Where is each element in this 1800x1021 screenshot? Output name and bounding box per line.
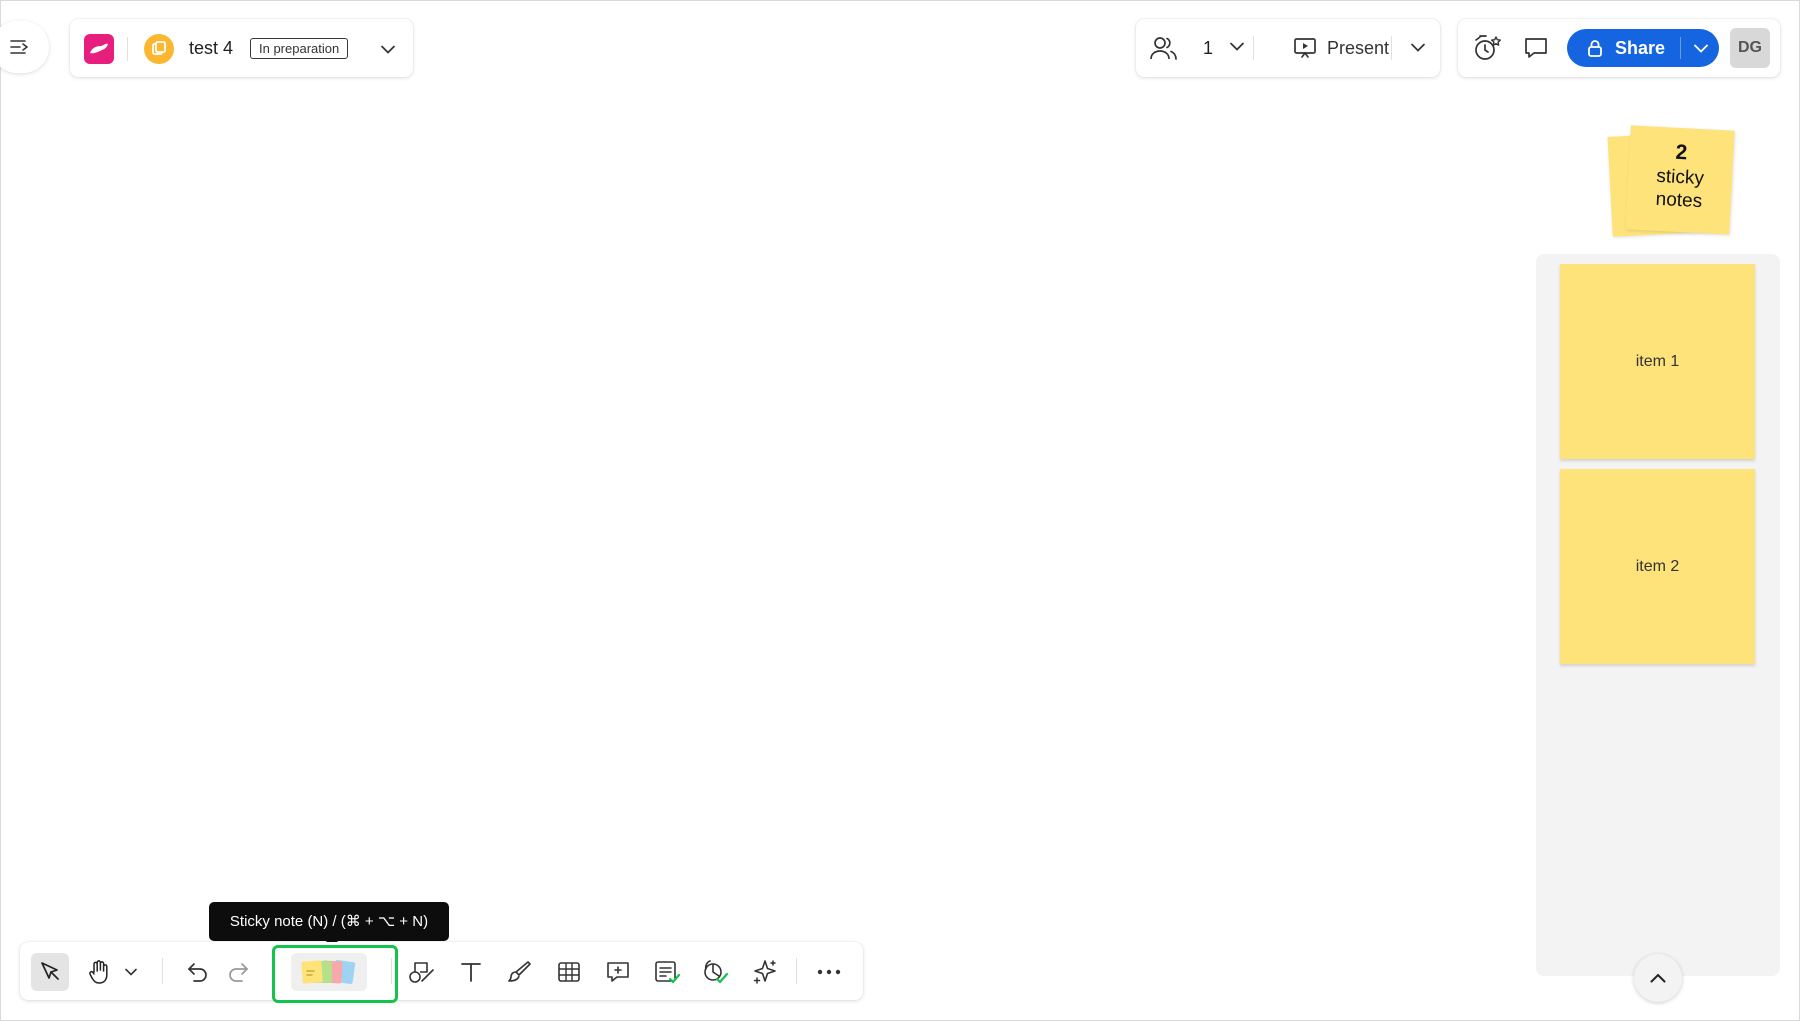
app-logo[interactable] xyxy=(84,34,114,64)
divider xyxy=(1253,36,1254,60)
actions-panel: Share DG xyxy=(1458,19,1780,77)
undo-icon[interactable] xyxy=(179,953,217,991)
share-button[interactable]: Share xyxy=(1567,29,1719,67)
card-icon[interactable] xyxy=(648,953,686,991)
board-name[interactable]: test 4 xyxy=(189,36,233,60)
avatar[interactable]: DG xyxy=(1730,28,1770,68)
sticky-note[interactable]: item 1 xyxy=(1560,264,1755,459)
sticky-column: item 1 item 2 xyxy=(1536,254,1780,1002)
comment-icon[interactable] xyxy=(1520,32,1552,64)
board-status-badge[interactable]: In preparation xyxy=(250,38,349,59)
sticky-note-icon[interactable] xyxy=(291,953,367,991)
hand-icon[interactable] xyxy=(80,953,118,991)
divider xyxy=(127,37,128,61)
chevron-down-icon[interactable] xyxy=(1406,35,1430,59)
collapse-menu-icon xyxy=(7,35,33,59)
users-icon xyxy=(1150,35,1178,61)
users-button[interactable]: 1 xyxy=(1150,32,1260,64)
divider xyxy=(796,958,797,984)
divider xyxy=(1680,37,1681,59)
sticky-stack[interactable]: 2 sticky notes xyxy=(1606,125,1736,237)
divider xyxy=(391,958,392,984)
present-label: Present xyxy=(1327,38,1390,58)
sticky-stack-front: 2 sticky notes xyxy=(1625,125,1735,235)
share-label: Share xyxy=(1615,38,1666,58)
redo-icon[interactable] xyxy=(219,953,257,991)
sticky-note[interactable]: item 2 xyxy=(1560,469,1755,664)
stack-label: sticky notes xyxy=(1655,165,1705,213)
more-icon[interactable] xyxy=(810,953,848,991)
comment-add-icon[interactable] xyxy=(599,953,637,991)
timer-icon[interactable] xyxy=(1471,32,1503,64)
sidebar-toggle[interactable] xyxy=(0,21,49,73)
pen-icon[interactable] xyxy=(501,953,539,991)
tooltip-text: Sticky note (N) / (⌘ + ⌥ + N) xyxy=(229,913,429,930)
table-icon[interactable] xyxy=(550,953,588,991)
lock-icon xyxy=(1587,39,1603,57)
toolbar xyxy=(20,942,863,1003)
chevron-down-icon[interactable] xyxy=(1689,37,1713,59)
chevron-down-icon[interactable] xyxy=(1230,42,1244,51)
text-icon[interactable] xyxy=(452,953,490,991)
chevron-down-icon[interactable] xyxy=(377,38,399,60)
select-icon[interactable] xyxy=(31,953,69,991)
divider xyxy=(1391,36,1392,60)
chevron-up-icon[interactable] xyxy=(1634,954,1682,1002)
shapes-icon[interactable] xyxy=(403,953,441,991)
board-header: test 4 In preparation xyxy=(70,19,413,77)
divider xyxy=(162,958,163,984)
board-icon xyxy=(144,34,174,64)
ai-sparkle-icon[interactable] xyxy=(746,953,784,991)
collaboration-panel: 1 Present xyxy=(1136,19,1440,77)
stack-count: 2 xyxy=(1675,140,1688,165)
tooltip: Sticky note (N) / (⌘ + ⌥ + N) xyxy=(209,902,449,947)
timeline-icon[interactable] xyxy=(697,953,735,991)
present-button[interactable]: Present xyxy=(1281,32,1396,64)
chevron-down-icon[interactable] xyxy=(120,953,142,991)
present-icon xyxy=(1293,37,1317,59)
users-count: 1 xyxy=(1203,38,1214,58)
